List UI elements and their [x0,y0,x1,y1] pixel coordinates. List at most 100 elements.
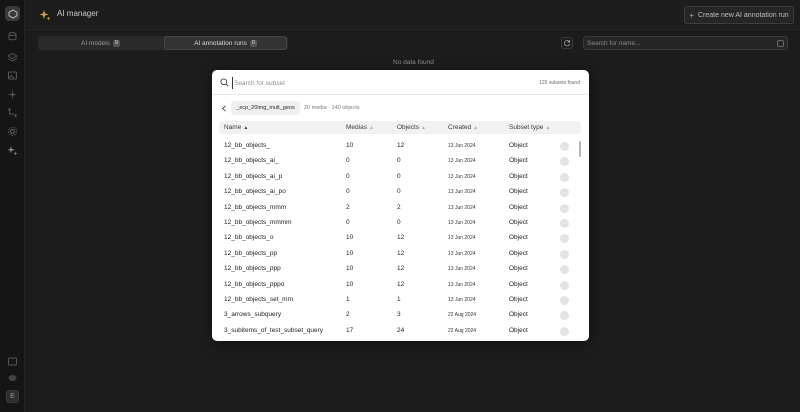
row-radio[interactable] [560,234,569,244]
row-radio[interactable] [560,219,569,228]
cell-objects: 0 [397,157,401,165]
sort-icon: ▲ [368,124,374,131]
name-search-input[interactable] [587,38,767,49]
logo-icon[interactable] [5,6,20,21]
cell-medias: 1 [346,296,350,303]
cell-name: 12_bb_objects_ppp [224,265,281,273]
chat-icon[interactable] [7,373,18,384]
cell-name: 3_arrows_subquery [224,311,282,319]
row-radio[interactable] [560,249,569,259]
table-row[interactable]: 12_bb_objects_mmmm 0 0 13 Jun 2024 Objec… [219,216,581,231]
cell-created: 13 Jun 2024 [448,173,476,180]
cell-name: 12_bb_objects_ai_ [224,157,279,165]
cell-name: 12_bb_objects_ai_po [224,188,286,196]
selected-subset-chip[interactable]: _ecp_20img_mult_geos [231,101,300,115]
avatar[interactable]: E [6,390,19,403]
refresh-icon[interactable] [561,37,573,49]
ai-manager-icon[interactable] [7,145,18,156]
column-objects[interactable]: Objects ▲ [397,124,426,131]
database-icon[interactable] [7,31,18,42]
cell-objects: 12 [397,142,405,149]
row-radio[interactable] [560,188,569,198]
table-row[interactable]: 12_bb_objects_ai_po 0 0 13 Jun 2024 Obje… [219,185,581,200]
row-radio[interactable] [560,265,569,275]
tab-ai-annotation-runs[interactable]: AI annotation runs 0 [164,36,287,50]
page-title: AI manager [57,9,99,18]
cell-type: Object [509,280,528,288]
table-row[interactable]: 12_bb_objects_ai_p 0 0 13 Jun 2024 Objec… [219,170,581,185]
table-scrollbar[interactable] [579,141,581,157]
column-created[interactable]: Created ▲ [448,124,478,131]
image-icon[interactable] [7,70,18,81]
column-subset-type[interactable]: Subset type ▲ [509,124,550,131]
cell-objects: 12 [397,249,405,257]
row-radio[interactable] [560,296,569,305]
table-row[interactable]: 3_subitems_of_test_subset_query 17 24 22… [219,324,581,339]
back-button[interactable] [220,103,228,113]
table-row[interactable]: 12_bb_objects_ 10 12 13 Jun 2024 Object [219,139,581,154]
cell-type: Object [509,188,528,196]
column-medias[interactable]: Medias ▲ [346,124,374,131]
cell-created: 13 Jun 2024 [448,235,476,242]
subset-meta: 20 media · 140 objects [304,105,360,111]
table-row[interactable]: 12_bb_objects_ai_ 0 0 13 Jun 2024 Object [219,154,581,169]
create-ai-annotation-run-button[interactable]: + Create new AI annotation run [684,6,794,24]
cell-created: 22 Aug 2024 [448,327,477,334]
cell-name: 12_bb_objects_pp [224,249,278,257]
cell-created: 22 Aug 2024 [448,312,477,319]
cell-name: 12_bb_objects_set_mm [224,296,294,303]
tab-ai-models[interactable]: AI models 9 [38,36,163,50]
row-radio[interactable] [560,142,569,151]
column-label: Subset type [509,124,544,131]
column-label: Created [448,124,472,131]
settings-icon[interactable] [7,126,18,137]
tab-bar: AI models 9 AI annotation runs 0 [38,36,288,50]
cell-name: 3_subitems_of_test_subset_query [224,326,324,334]
help-icon[interactable] [7,356,18,367]
cell-medias: 0 [346,172,350,180]
cell-created: 13 Jun 2024 [448,250,476,257]
layers-icon[interactable] [7,52,18,63]
cell-objects: 0 [397,172,401,180]
cell-objects: 24 [397,326,405,334]
cell-name: 12_bb_objects_mmmm [224,219,292,226]
row-radio[interactable] [560,280,569,290]
row-radio[interactable] [560,326,569,336]
cell-objects: 1 [397,296,401,303]
table-row[interactable]: 12_bb_objects_mmm 2 2 13 Jun 2024 Object [219,201,581,216]
tab-count: 0 [249,39,257,47]
sparkle-icon[interactable] [7,89,18,100]
cell-objects: 12 [397,265,405,273]
sort-asc-icon: ▲ [243,124,249,131]
cell-created: 13 Jun 2024 [448,204,476,211]
row-radio[interactable] [560,311,569,321]
table-header: Name ▲ Medias ▲ Objects ▲ Created ▲ Subs… [219,121,581,134]
table-row[interactable]: 12_bb_objects_pp 10 12 13 Jun 2024 Objec… [219,247,581,262]
cell-medias: 10 [346,265,354,273]
cell-name: 12_bb_objects_ai_p [224,172,283,180]
search-icon [220,78,229,87]
row-radio[interactable] [560,203,569,213]
cell-medias: 17 [346,326,354,334]
cell-objects: 12 [397,234,405,242]
row-radio[interactable] [560,172,569,182]
cell-objects: 2 [397,203,401,211]
sidebar: E [0,0,25,412]
workflow-icon[interactable] [7,107,18,118]
cell-created: 13 Jun 2024 [448,143,476,149]
column-label: Name [224,124,242,131]
table-row[interactable]: 12_bb_objects_ppp 10 12 13 Jun 2024 Obje… [219,262,581,277]
row-radio[interactable] [560,157,569,167]
cell-type: Object [509,265,528,273]
column-name[interactable]: Name ▲ [224,124,248,131]
subset-search-bar: 126 subsets found [212,70,589,95]
cell-type: Object [509,311,528,319]
table-row[interactable]: 12_bb_objects_pppo 10 12 13 Jun 2024 Obj… [219,278,581,293]
table-row[interactable]: 12_bb_objects_set_mm 1 1 13 Jun 2024 Obj… [219,293,581,308]
name-search-field [583,36,788,50]
cell-type: Object [509,142,528,149]
subset-search-input[interactable] [232,77,472,89]
table-row[interactable]: 12_bb_objects_o 10 12 13 Jun 2024 Object [219,231,581,246]
table-row[interactable]: 3_arrows_subquery 2 3 22 Aug 2024 Object [219,308,581,323]
subset-table-body: 12_bb_objects_ 10 12 13 Jun 2024 Object … [219,139,581,341]
